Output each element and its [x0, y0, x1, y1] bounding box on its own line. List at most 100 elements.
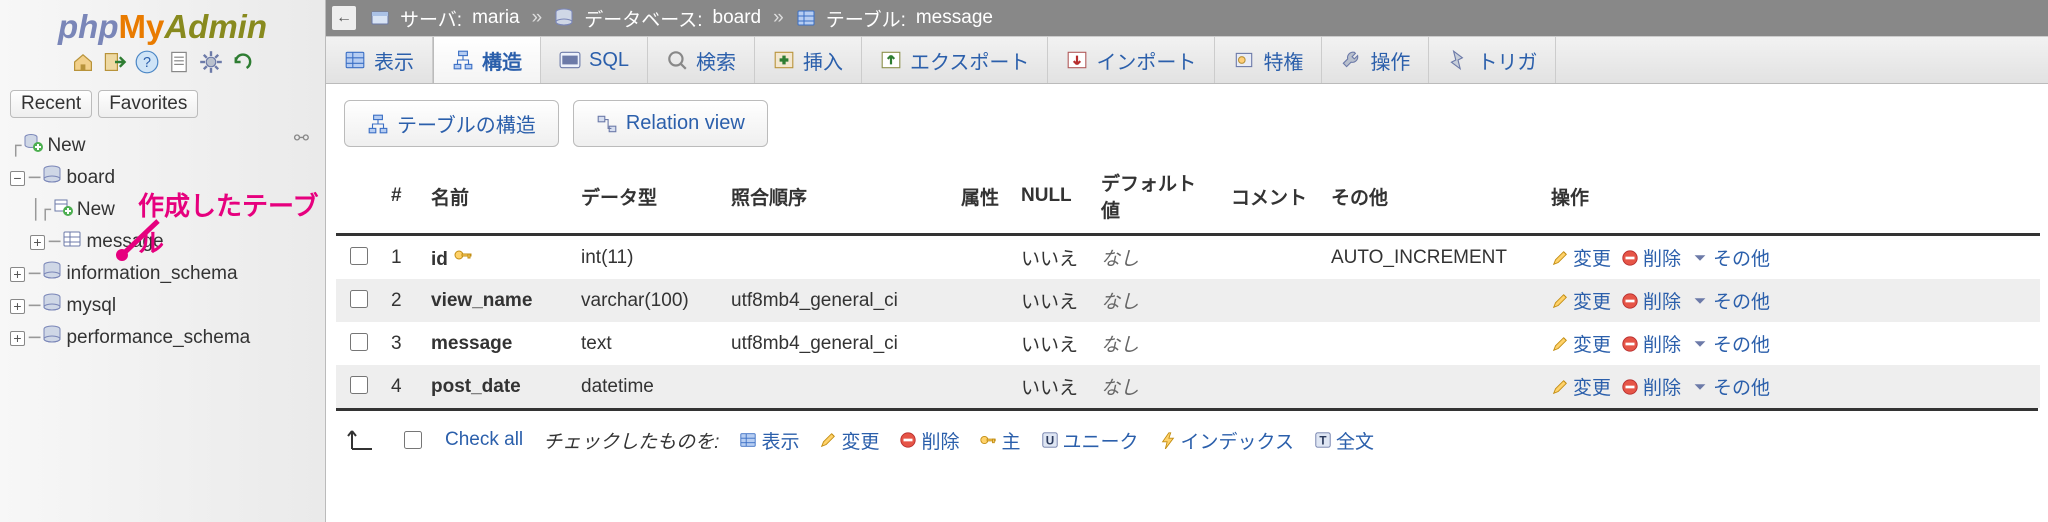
op-drop[interactable]: 削除 [1621, 330, 1681, 357]
tab-structure[interactable]: 構造 [433, 37, 541, 83]
cell-null: いいえ [1011, 279, 1091, 322]
subtab-relation[interactable]: Relation view [573, 100, 768, 147]
tab-export[interactable]: エクスポート [862, 37, 1048, 83]
db-icon [42, 325, 62, 351]
bulk-fulltext[interactable]: 全文 [1314, 427, 1374, 454]
cell-name: id [421, 235, 571, 280]
cell-null: いいえ [1011, 322, 1091, 365]
cell-num: 4 [381, 365, 421, 408]
expand-icon[interactable]: + [10, 331, 25, 346]
tree-table-message[interactable]: + ─ message [10, 226, 325, 258]
tree-db-mysql[interactable]: + ─ mysql [10, 290, 325, 322]
tree-db-information-schema[interactable]: + ─ information_schema [10, 258, 325, 290]
op-edit[interactable]: 変更 [1551, 244, 1611, 271]
key-icon [453, 249, 473, 270]
op-drop[interactable]: 削除 [1621, 244, 1681, 271]
row-checkbox[interactable] [350, 247, 368, 265]
tree-db-board[interactable]: − ─ board [10, 162, 325, 194]
cell-collation: utf8mb4_general_ci [721, 322, 951, 365]
expand-icon[interactable]: + [10, 299, 25, 314]
bulk-unique[interactable]: ユニーク [1041, 427, 1139, 454]
row-checkbox[interactable] [350, 290, 368, 308]
th-default: デフォルト値 [1091, 163, 1221, 235]
cell-comment [1221, 279, 1321, 322]
check-all-label[interactable]: Check all [445, 429, 523, 451]
bulk-drop[interactable]: 削除 [899, 427, 959, 454]
tab-privileges[interactable]: 特権 [1215, 37, 1322, 83]
expand-icon[interactable]: + [10, 267, 25, 282]
server-icon [370, 7, 390, 29]
th-ops: 操作 [1541, 163, 2040, 235]
expand-icon[interactable]: + [30, 235, 45, 250]
doc-icon[interactable] [167, 50, 191, 80]
th-num: # [381, 163, 421, 235]
cell-null: いいえ [1011, 365, 1091, 408]
bc-table-label: テーブル: [826, 5, 906, 32]
table-row: 3messagetextutf8mb4_general_ciいいえなし変更削除そ… [336, 322, 2040, 365]
op-more[interactable]: その他 [1691, 330, 1770, 357]
bc-server-link[interactable]: maria [472, 7, 520, 29]
op-more[interactable]: その他 [1691, 373, 1770, 400]
bulk-primary[interactable]: 主 [979, 427, 1020, 454]
refresh-icon[interactable] [231, 50, 255, 80]
cell-default: なし [1101, 249, 1139, 270]
cell-name: view_name [421, 279, 571, 322]
sidebar: phpMyAdmin Recent Favorites ⚯ ┌ New − ─ [0, 0, 326, 522]
exit-icon[interactable] [103, 50, 127, 80]
check-all-checkbox[interactable] [404, 431, 422, 449]
tab-sql[interactable]: SQL [541, 37, 648, 83]
tab-insert[interactable]: 挿入 [755, 37, 862, 83]
cell-collation [721, 235, 951, 280]
subtab-structure[interactable]: テーブルの構造 [344, 100, 559, 147]
logo[interactable]: phpMyAdmin [0, 4, 325, 48]
op-edit[interactable]: 変更 [1551, 330, 1611, 357]
op-edit[interactable]: 変更 [1551, 373, 1611, 400]
main: ← サーバ: maria » データベース: board » テーブル: mes… [326, 0, 2048, 522]
tab-browse[interactable]: 表示 [326, 37, 433, 83]
row-checkbox[interactable] [350, 376, 368, 394]
db-tree: ┌ New − ─ board │┌ New + ─ message [0, 124, 325, 354]
collapse-sidebar-button[interactable]: ← [332, 6, 356, 30]
bulk-browse[interactable]: 表示 [739, 427, 799, 454]
sidebar-toolbar [0, 48, 325, 86]
table-row: 2view_namevarchar(100)utf8mb4_general_ci… [336, 279, 2040, 322]
home-icon[interactable] [71, 50, 95, 80]
recent-button[interactable]: Recent [10, 90, 92, 118]
th-name: 名前 [421, 163, 571, 235]
tree-new-db[interactable]: ┌ New [10, 130, 325, 162]
tab-operations[interactable]: 操作 [1322, 37, 1429, 83]
cell-num: 3 [381, 322, 421, 365]
link-icon[interactable]: ⚯ [294, 128, 309, 149]
new-db-icon [23, 133, 43, 159]
gear-icon[interactable] [199, 50, 223, 80]
columns-table: # 名前 データ型 照合順序 属性 NULL デフォルト値 コメント その他 操… [336, 163, 2040, 408]
bc-table-link[interactable]: message [916, 7, 993, 29]
bc-db-link[interactable]: board [713, 7, 762, 29]
op-edit[interactable]: 変更 [1551, 287, 1611, 314]
op-more[interactable]: その他 [1691, 244, 1770, 271]
bulk-edit[interactable]: 変更 [819, 427, 879, 454]
tab-import[interactable]: インポート [1048, 37, 1215, 83]
with-selected-label: チェックしたものを: [543, 427, 719, 454]
favorites-button[interactable]: Favorites [98, 90, 198, 118]
cell-type: text [571, 322, 721, 365]
db-icon [42, 293, 62, 319]
tree-board-new[interactable]: │┌ New [10, 194, 325, 226]
help-icon[interactable] [135, 50, 159, 80]
cell-comment [1221, 365, 1321, 408]
op-drop[interactable]: 削除 [1621, 373, 1681, 400]
breadcrumb: ← サーバ: maria » データベース: board » テーブル: mes… [326, 0, 2048, 36]
cell-attr [951, 279, 1011, 322]
op-more[interactable]: その他 [1691, 287, 1770, 314]
tab-triggers[interactable]: トリガ [1429, 37, 1556, 83]
bulk-index[interactable]: インデックス [1159, 427, 1294, 454]
table-icon [62, 229, 82, 255]
op-drop[interactable]: 削除 [1621, 287, 1681, 314]
cell-default: なし [1101, 292, 1139, 313]
cell-attr [951, 365, 1011, 408]
tab-search[interactable]: 検索 [648, 37, 755, 83]
row-checkbox[interactable] [350, 333, 368, 351]
db-icon [42, 165, 62, 191]
tree-db-performance-schema[interactable]: + ─ performance_schema [10, 322, 325, 354]
collapse-icon[interactable]: − [10, 171, 25, 186]
